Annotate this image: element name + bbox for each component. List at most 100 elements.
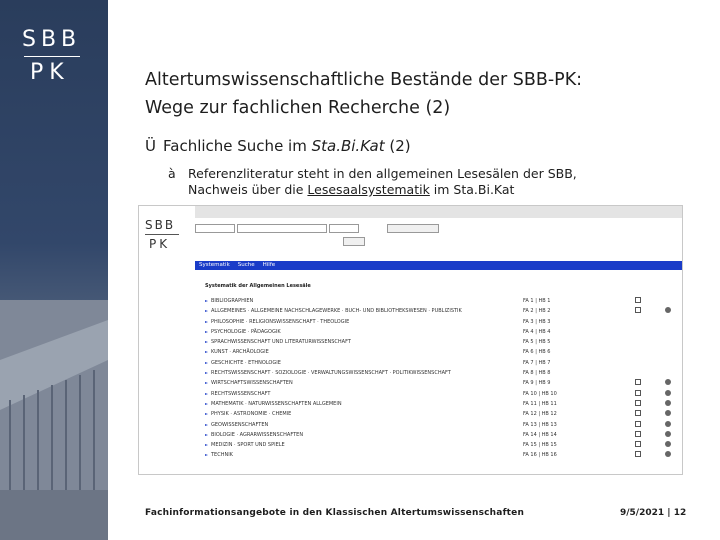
logo-line2: PK — [30, 60, 70, 85]
expand-triangle-icon[interactable]: ► — [205, 432, 208, 437]
expand-triangle-icon[interactable]: ► — [205, 339, 208, 344]
list-view-icon[interactable] — [635, 441, 641, 448]
systematik-row[interactable]: ► WIRTSCHAFTSWISSENSCHAFTEN FA 9 | HB 9 — [203, 378, 679, 388]
screenshot-logo-divider — [145, 234, 179, 235]
systematik-row[interactable]: ► MEDIZIN · SPORT UND SPIELE FA 15 | HB 15 — [203, 440, 679, 450]
footer-date-page: 9/5/2021 | 12 — [620, 508, 687, 518]
systematik-row[interactable]: ► PHYSIK · ASTRONOMIE · CHEMIE FA 12 | HB … — [203, 409, 679, 419]
systematik-row-name[interactable]: BIOLOGIE · AGRARWISSENSCHAFTEN — [211, 432, 303, 438]
bullet-fachliche-suche: Ü Fachliche Suche im Sta.Bi.Kat (2) — [145, 137, 411, 155]
screenshot-search-select2[interactable] — [329, 224, 359, 233]
screenshot-search-field[interactable] — [237, 224, 327, 233]
footer-text: Fachinformationsangebote in den Klassisc… — [145, 508, 525, 518]
screenshot-search-select[interactable] — [195, 224, 235, 233]
arrow-subbullet-icon: à — [168, 166, 176, 181]
systematik-row[interactable]: ► TECHNIK FA 16 | HB 16 — [203, 450, 679, 460]
screenshot-nav-systematik[interactable]: Systematik — [199, 262, 230, 269]
info-icon[interactable] — [665, 399, 671, 406]
systematik-row-code: FA 3 | HB 3 — [523, 318, 551, 325]
list-view-icon[interactable] — [635, 420, 641, 427]
screenshot-search-row — [195, 224, 439, 233]
expand-triangle-icon[interactable]: ► — [205, 442, 208, 447]
expand-triangle-icon[interactable]: ► — [205, 360, 208, 365]
expand-triangle-icon[interactable]: ► — [205, 319, 208, 324]
info-icon[interactable] — [665, 441, 671, 448]
expand-triangle-icon[interactable]: ► — [205, 308, 208, 313]
list-view-icon[interactable] — [635, 451, 641, 458]
systematik-row-name[interactable]: ALLGEMEINES · ALLGEMEINE NACHSCHLAGEWERK… — [211, 308, 462, 314]
systematik-row[interactable]: ► BIOLOGIE · AGRARWISSENSCHAFTEN FA 14 | H… — [203, 430, 679, 440]
list-view-icon[interactable] — [635, 307, 641, 314]
expand-triangle-icon[interactable]: ► — [205, 422, 208, 427]
systematik-row-name[interactable]: PHYSIK · ASTRONOMIE · CHEMIE — [211, 411, 291, 417]
expand-triangle-icon[interactable]: ► — [205, 401, 208, 406]
expand-triangle-icon[interactable]: ► — [205, 391, 208, 396]
info-icon[interactable] — [665, 420, 671, 427]
slide-title: Altertumswissenschaftliche Bestände der … — [145, 66, 582, 122]
systematik-row-name[interactable]: MATHEMATIK · NATURWISSENSCHAFTEN ALLGEME… — [211, 401, 342, 407]
bullet2-line1: Referenzliteratur steht in den allgemein… — [188, 166, 577, 181]
systematik-row[interactable]: ► PSYCHOLOGIE · PÄDAGOGIK FA 4 | HB 4 — [203, 327, 679, 337]
systematik-row-code: FA 6 | HB 6 — [523, 349, 551, 356]
screenshot-left-column — [139, 268, 195, 272]
systematik-row-code: FA 12 | HB 12 — [523, 411, 557, 418]
systematik-row-name[interactable]: RECHTSWISSENSCHAFT — [211, 391, 270, 397]
info-icon[interactable] — [665, 430, 671, 437]
screenshot-search-button[interactable] — [387, 224, 439, 233]
expand-triangle-icon[interactable]: ► — [205, 329, 208, 334]
expand-triangle-icon[interactable]: ► — [205, 452, 208, 457]
list-view-icon[interactable] — [635, 379, 641, 386]
systematik-row[interactable]: ► MATHEMATIK · NATURWISSENSCHAFTEN ALLGEM… — [203, 399, 679, 409]
systematik-row-name[interactable]: TECHNIK — [211, 452, 233, 458]
list-view-icon[interactable] — [635, 410, 641, 417]
sidebar: SBB PK — [0, 0, 108, 540]
bullet2-line2-pre: Nachweis über die — [188, 182, 308, 197]
screenshot-topbar — [195, 206, 682, 218]
expand-triangle-icon[interactable]: ► — [205, 370, 208, 375]
sbb-pk-logo: SBB PK — [22, 28, 81, 85]
systematik-row[interactable]: ► PHILOSOPHIE · RELIGIONSWISSENSCHAFT · T… — [203, 317, 679, 327]
info-icon[interactable] — [665, 379, 671, 386]
systematik-row-name[interactable]: PSYCHOLOGIE · PÄDAGOGIK — [211, 329, 281, 335]
list-view-icon[interactable] — [635, 430, 641, 437]
systematik-row-name[interactable]: SPRACHWISSENSCHAFT UND LITERATURWISSENSC… — [211, 339, 351, 345]
systematik-row[interactable]: ► BIBLIOGRAPHIEN FA 1 | HB 1 — [203, 296, 679, 306]
systematik-row[interactable]: ► SPRACHWISSENSCHAFT UND LITERATURWISSENS… — [203, 337, 679, 347]
stabikat-screenshot: SBB PK Systematik Suche Hilfe Systematik… — [138, 205, 683, 475]
systematik-row-name[interactable]: GEOWISSENSCHAFTEN — [211, 422, 268, 428]
list-view-icon[interactable] — [635, 297, 641, 303]
systematik-row-code: FA 5 | HB 5 — [523, 339, 551, 346]
systematik-row-name[interactable]: BIBLIOGRAPHIEN — [211, 298, 253, 304]
expand-triangle-icon[interactable]: ► — [205, 411, 208, 416]
info-icon[interactable] — [665, 389, 671, 396]
expand-triangle-icon[interactable]: ► — [205, 298, 208, 303]
expand-triangle-icon[interactable]: ► — [205, 349, 208, 354]
info-icon[interactable] — [665, 307, 671, 314]
screenshot-nav-suche[interactable]: Suche — [238, 262, 255, 269]
expand-triangle-icon[interactable]: ► — [205, 380, 208, 385]
systematik-row[interactable]: ► ALLGEMEINES · ALLGEMEINE NACHSCHLAGEWER… — [203, 306, 679, 316]
systematik-row-name[interactable]: RECHTSWISSENSCHAFT · SOZIOLOGIE · VERWAL… — [211, 370, 451, 376]
systematik-row[interactable]: ► GESCHICHTE · ETHNOLOGIE FA 7 | HB 7 — [203, 358, 679, 368]
systematik-row-name[interactable]: PHILOSOPHIE · RELIGIONSWISSENSCHAFT · TH… — [211, 319, 349, 325]
systematik-row-name[interactable]: GESCHICHTE · ETHNOLOGIE — [211, 360, 281, 366]
lesesaalsystematik-link[interactable]: Lesesaalsystematik — [307, 182, 429, 197]
systematik-row[interactable]: ► GEOWISSENSCHAFTEN FA 13 | HB 13 — [203, 420, 679, 430]
logo-line1: SBB — [22, 27, 82, 52]
list-view-icon[interactable] — [635, 399, 641, 406]
systematik-row-name[interactable]: MEDIZIN · SPORT UND SPIELE — [211, 442, 285, 448]
screenshot-nav-hilfe[interactable]: Hilfe — [263, 262, 276, 269]
screenshot-logo-line1: SBB — [145, 218, 176, 232]
systematik-row-name[interactable]: KUNST · ARCHÄOLOGIE — [211, 349, 269, 355]
systematik-row[interactable]: ► RECHTSWISSENSCHAFT · SOZIOLOGIE · VERWA… — [203, 368, 679, 378]
screenshot-search-button2[interactable] — [343, 237, 365, 246]
info-icon[interactable] — [665, 410, 671, 417]
systematik-row-code: FA 2 | HB 2 — [523, 308, 551, 315]
arrow-bullet-icon: Ü — [145, 137, 156, 155]
list-view-icon[interactable] — [635, 389, 641, 396]
systematik-row-code: FA 4 | HB 4 — [523, 328, 551, 335]
systematik-row[interactable]: ► RECHTSWISSENSCHAFT FA 10 | HB 10 — [203, 389, 679, 399]
systematik-row[interactable]: ► KUNST · ARCHÄOLOGIE FA 6 | HB 6 — [203, 347, 679, 357]
systematik-row-name[interactable]: WIRTSCHAFTSWISSENSCHAFTEN — [211, 380, 293, 386]
info-icon[interactable] — [665, 451, 671, 458]
